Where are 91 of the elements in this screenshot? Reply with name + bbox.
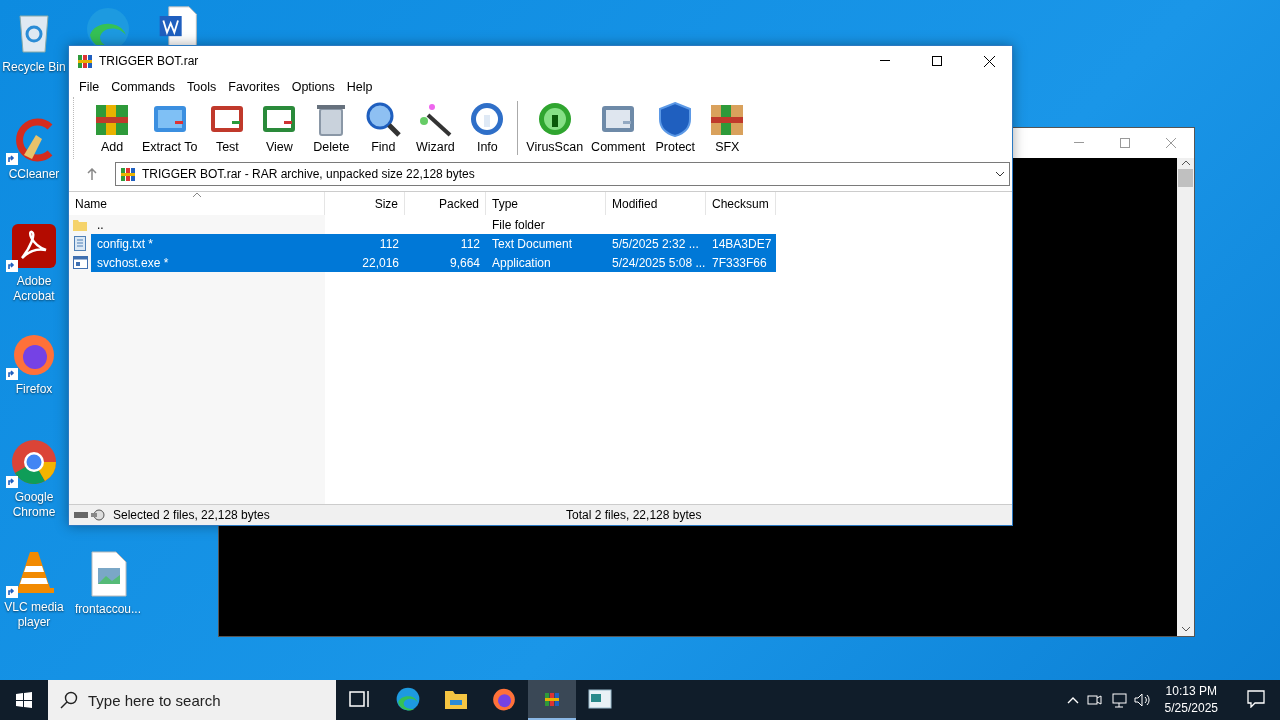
shortcut-arrow-icon [6, 586, 18, 598]
drive-icon [73, 509, 107, 521]
scroll-down-icon [1181, 627, 1190, 632]
toolbar-button[interactable]: Test [201, 101, 254, 154]
toolbar-button[interactable]: SFX [701, 101, 754, 154]
firefox-icon [491, 686, 517, 712]
table-cell-text: .. [96, 217, 105, 232]
file-row[interactable]: svchost.exe * 22,016 9,664 Application 5/24/2025 5:08 ... 7F333F66 [91, 253, 776, 272]
table-cell-text: 9,664 [448, 255, 481, 270]
table-cell-text: File folder [491, 217, 546, 232]
clock[interactable]: 10:13 PM 5/25/2025 [1156, 683, 1226, 717]
scroll-thumb[interactable] [1178, 169, 1193, 187]
close-icon [1166, 138, 1176, 148]
minimize-icon [880, 60, 890, 62]
table-cell-text: 112 [459, 236, 481, 251]
menu-item[interactable]: Help [340, 79, 379, 94]
magnifier-icon [364, 101, 403, 137]
window-icon [588, 689, 612, 709]
shortcut-label: frontaccou... [74, 602, 141, 617]
windows-logo-icon [16, 692, 32, 708]
column-header[interactable]: Modified [606, 192, 706, 215]
shortcut-label: VLC media player [3, 600, 65, 630]
dropdown-caret-icon [995, 171, 1005, 177]
desktop-shortcut[interactable]: Recycle Bin [0, 8, 68, 75]
column-header[interactable]: Checksum [706, 192, 776, 215]
archive-icon [120, 166, 136, 182]
column-header[interactable]: Type [486, 192, 606, 215]
table-cell-text: Application [491, 255, 552, 270]
shortcut-arrow-icon [6, 153, 18, 165]
table-cell-text: 14BA3DE7 [711, 236, 773, 251]
toolbar-button[interactable]: Protect [649, 101, 702, 154]
task-view-icon [349, 689, 371, 709]
table-cell-text: 5/5/2025 2:32 ... [611, 236, 700, 251]
column-header[interactable]: Name [69, 192, 325, 215]
table-cell-text: 7F333F66 [711, 255, 768, 270]
toolbar-button[interactable]: Comment [587, 101, 650, 154]
shortcut-label: Recycle Bin [2, 60, 66, 75]
shortcut-label: Google Chrome [11, 490, 57, 520]
toolbar-button[interactable]: Extract To [138, 101, 202, 154]
status-text: Selected 2 files, 22,128 bytes [113, 508, 271, 522]
toolbar-button[interactable]: Info [461, 101, 514, 154]
toolbar-button[interactable]: Find [357, 101, 410, 154]
search-field[interactable]: Type here to search [48, 680, 336, 720]
shortcut-arrow-icon [6, 368, 18, 380]
status-text: Total 2 files, 22,128 bytes [566, 508, 703, 522]
shortcut-label: Adobe Acrobat [12, 274, 56, 304]
app-icon [77, 53, 93, 69]
table-cell-text: config.txt * [96, 236, 155, 251]
window-title: TRIGGER BOT.rar [99, 54, 200, 68]
table-cell-text: 22,016 [361, 255, 400, 270]
shortcut-arrow-icon [6, 260, 18, 272]
toolbar-button[interactable]: VirusScan [522, 101, 588, 154]
minimize-icon [1074, 142, 1084, 144]
chevron-up-icon [1066, 696, 1079, 704]
camera-icon [1084, 692, 1103, 708]
toolbar-button[interactable]: View [253, 101, 306, 154]
toolbar-button[interactable]: Add [86, 101, 138, 154]
table-cell-text: 112 [378, 236, 400, 251]
column-header[interactable]: Packed [405, 192, 486, 215]
menu-item[interactable]: File [73, 79, 106, 94]
shortcut-arrow-icon [6, 476, 18, 488]
scroll-up-icon [1181, 160, 1190, 165]
maximize-icon [932, 56, 942, 66]
toolbar-button[interactable]: Wizard [409, 101, 462, 154]
toolbar-button[interactable]: Delete [305, 101, 358, 154]
menu-item[interactable]: Tools [181, 79, 223, 94]
desktop-shortcut[interactable]: CCleaner [0, 115, 68, 182]
table-cell-text: Text Document [491, 236, 574, 251]
pdf-icon [10, 222, 58, 270]
shortcut-label: CCleaner [8, 167, 60, 182]
path-field[interactable]: TRIGGER BOT.rar - RAR archive, unpacked size 22,128 bytes [115, 162, 1010, 186]
file-row[interactable]: config.txt * 112 112 Text Document 5/5/2025 2:32 ... 14BA3DE7 [91, 234, 776, 253]
column-header[interactable]: Size [325, 192, 405, 215]
document-icon [74, 236, 86, 251]
desktop-shortcut[interactable]: Adobe Acrobat [0, 222, 68, 304]
shortcut-label: Firefox [15, 382, 53, 397]
edge-icon [395, 686, 421, 712]
file-row[interactable]: .. File folder [91, 215, 776, 234]
application-icon [72, 256, 88, 269]
close-icon [983, 55, 995, 67]
menu-item[interactable]: Favorites [222, 79, 286, 94]
up-arrow-icon [87, 168, 97, 180]
chrome-icon [10, 438, 58, 486]
speaker-icon [1132, 692, 1151, 708]
menu-item[interactable]: Options [285, 79, 341, 94]
menu-item[interactable]: Commands [105, 79, 182, 94]
table-cell-text: svchost.exe * [96, 255, 170, 270]
scrollbar[interactable] [1177, 158, 1194, 636]
maximize-icon [1120, 138, 1130, 148]
table-cell-text: 5/24/2025 5:08 ... [611, 255, 706, 270]
books-icon [544, 691, 560, 707]
